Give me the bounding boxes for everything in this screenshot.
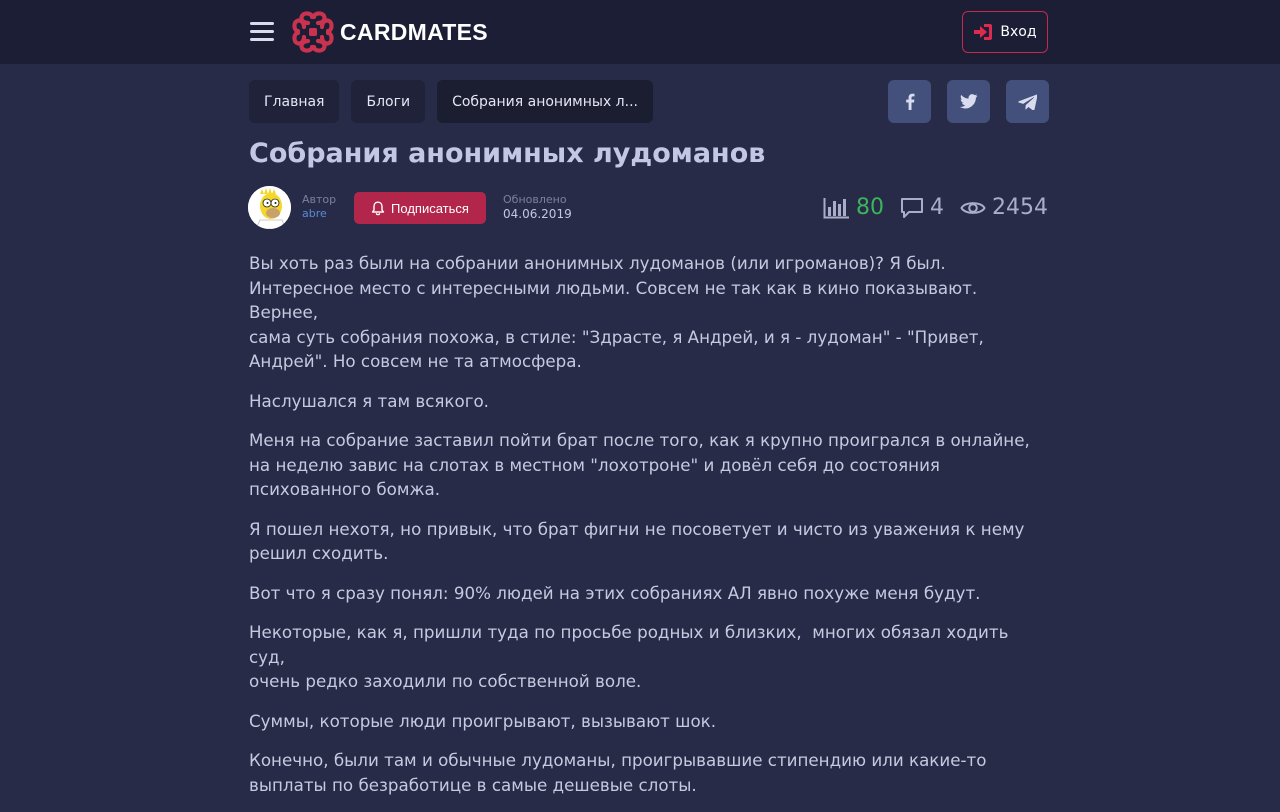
bell-icon <box>371 201 385 215</box>
subscribe-button[interactable]: Подписаться <box>354 192 486 224</box>
article-paragraph: Конечно, были там и обычные лудоманы, пр… <box>249 750 987 795</box>
top-navbar: CARDMATES Вход <box>0 0 1280 64</box>
facebook-icon <box>905 93 914 110</box>
twitter-share-button[interactable] <box>947 80 990 123</box>
login-button[interactable]: Вход <box>962 11 1048 53</box>
author-label: Автор <box>302 193 337 206</box>
rating-stat: 80 <box>823 195 884 220</box>
telegram-share-button[interactable] <box>1006 80 1049 123</box>
article-paragraph: Некоторые, как я, пришли туда по просьбе… <box>249 622 1009 691</box>
logo-text: CARDMATES <box>340 18 488 45</box>
comments-count: 4 <box>930 195 944 220</box>
article-paragraph: Суммы, которые люди проигрывают, вызываю… <box>249 710 717 731</box>
author-name-link[interactable]: abre <box>302 207 336 221</box>
updated-date: 04.06.2019 <box>503 207 572 221</box>
eye-icon <box>960 201 986 214</box>
article-paragraph: Вы хоть раз были на собрании анонимных л… <box>249 253 984 371</box>
breadcrumb-blogs[interactable]: Блоги <box>351 80 426 123</box>
breadcrumb-current[interactable]: Собрания анонимных л... <box>437 80 653 123</box>
views-count: 2454 <box>992 195 1048 220</box>
logo-mark-icon <box>292 11 334 53</box>
site-logo[interactable]: CARDMATES <box>292 11 488 53</box>
menu-icon[interactable] <box>250 22 274 42</box>
article-paragraph: Я пошел нехотя, но привык, что брат фигн… <box>249 518 1025 564</box>
comments-stat[interactable]: 4 <box>900 195 944 220</box>
article-meta: Автор abre Подписаться Обновлено 04.06.2… <box>248 186 1048 230</box>
rating-value: 80 <box>856 195 884 220</box>
login-label: Вход <box>1000 24 1037 40</box>
bar-chart-icon <box>823 197 849 218</box>
article-paragraph: Наслушался я там всякого. <box>249 390 489 411</box>
facebook-share-button[interactable] <box>888 80 931 123</box>
share-buttons <box>888 80 1049 123</box>
article-stats: 80 4 2454 <box>823 195 1048 220</box>
telegram-icon <box>1018 93 1037 110</box>
subscribe-label: Подписаться <box>391 200 469 216</box>
article-paragraph: Меня на собрание заставил пойти брат пос… <box>249 430 1030 499</box>
breadcrumb: Главная Блоги Собрания анонимных л... <box>249 80 653 123</box>
avatar[interactable] <box>248 186 291 229</box>
author-avatar-icon <box>248 186 291 229</box>
updated-label: Обновлено <box>503 193 567 206</box>
page-title: Собрания анонимных лудоманов <box>249 138 766 169</box>
views-stat: 2454 <box>960 195 1048 220</box>
twitter-icon <box>959 94 977 109</box>
article-body: Вы хоть раз были на собрании анонимных л… <box>249 251 1049 812</box>
sign-in-icon <box>974 24 993 40</box>
breadcrumb-home[interactable]: Главная <box>249 80 340 123</box>
comment-icon <box>901 197 923 218</box>
article-paragraph: Вот что я сразу понял: 90% людей на этих… <box>249 582 981 603</box>
